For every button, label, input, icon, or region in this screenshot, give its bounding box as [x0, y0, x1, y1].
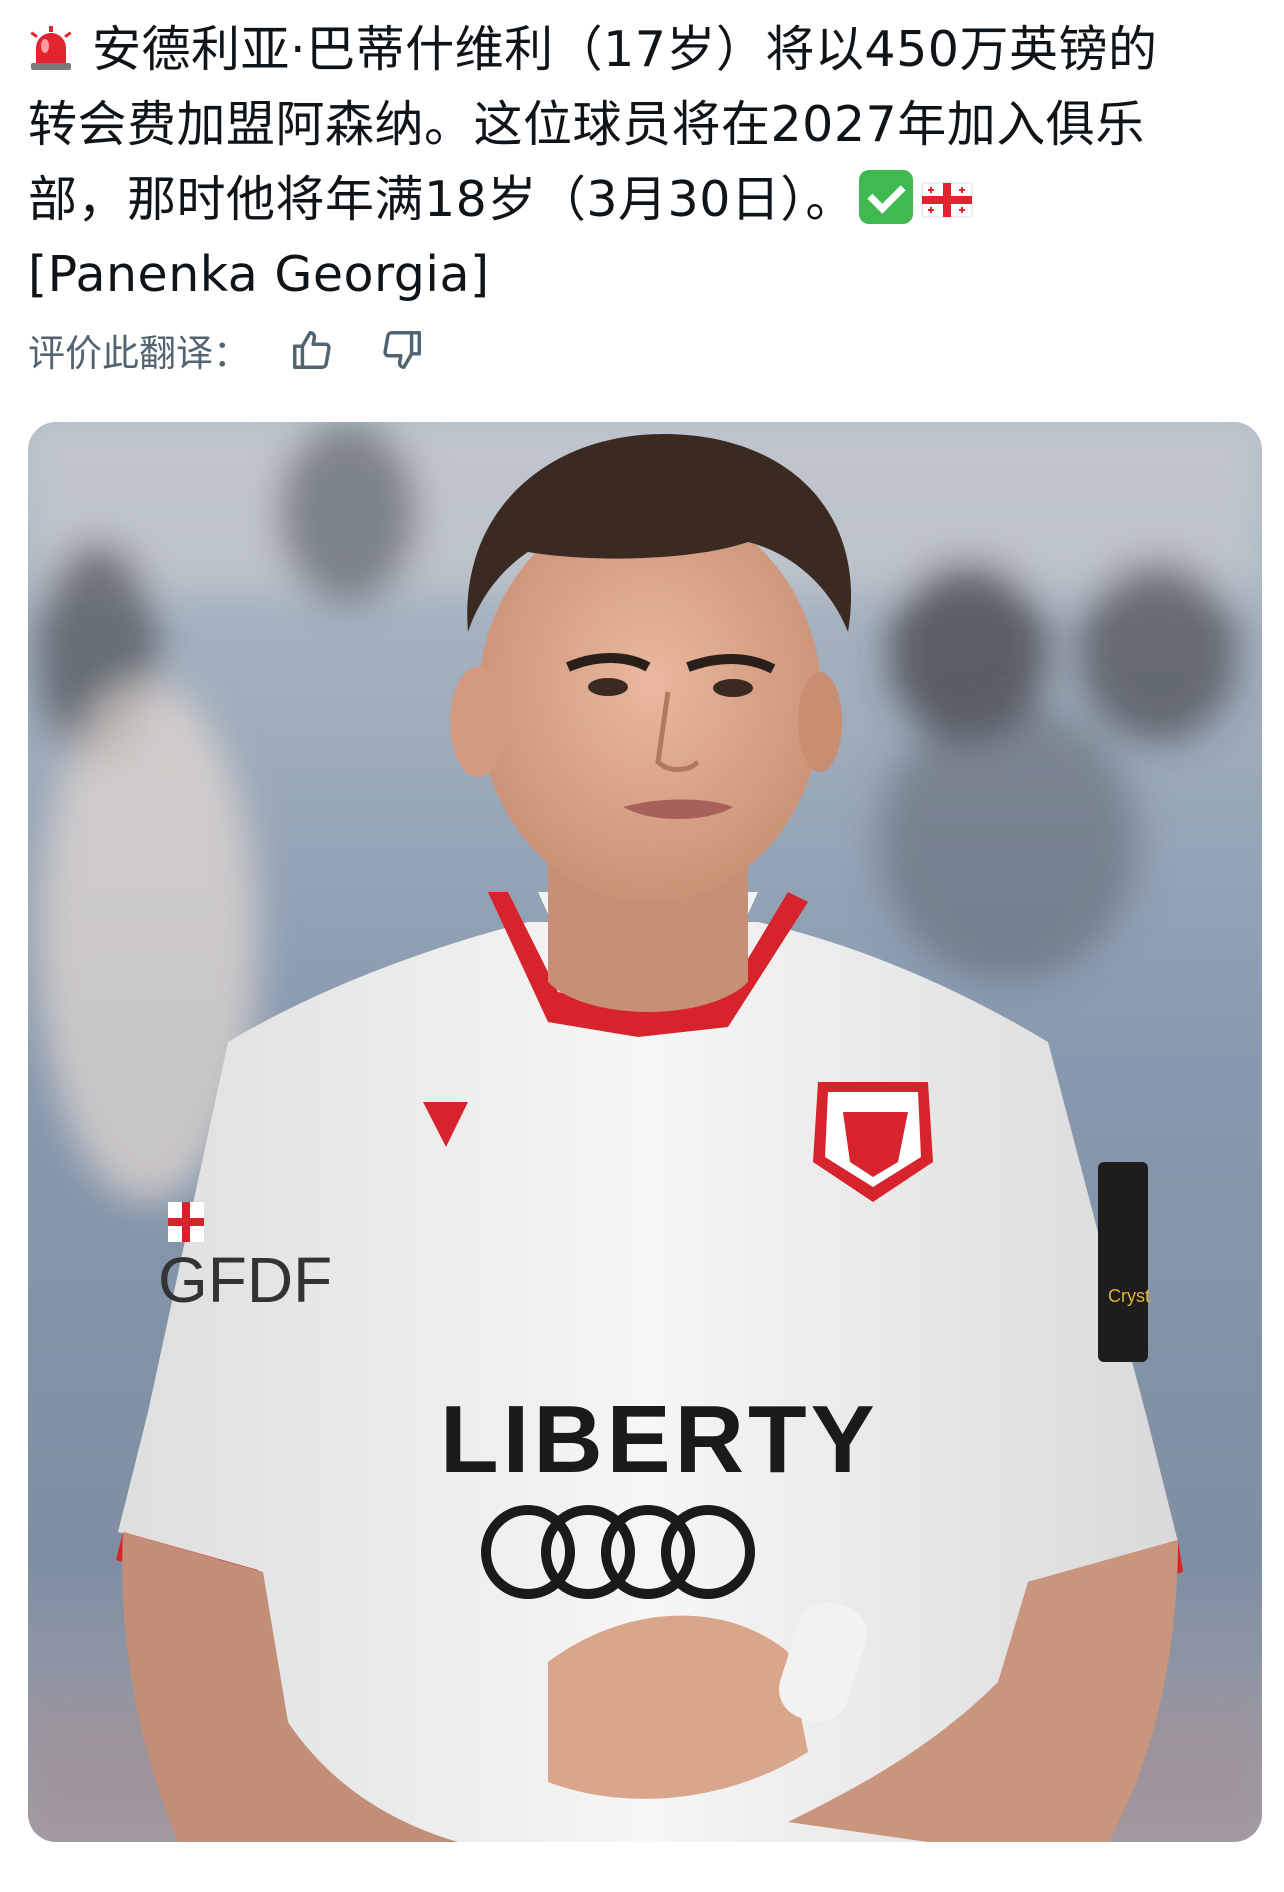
police-light-icon: [30, 26, 72, 70]
sleeve-text: GFDF: [158, 1244, 332, 1316]
sleeve-patch-text: Cryst: [1108, 1286, 1150, 1306]
translation-rating-label: 评价此翻译：: [28, 332, 250, 375]
player-photo-illustration: Cryst GFDF LIBERTY: [28, 422, 1262, 1842]
post-text-line-4-source: [Panenka Georgia]: [28, 246, 490, 303]
post-text-line-3-content: 部，那时他将年满18岁（3月30日）。: [28, 171, 855, 228]
post-text-line-3: 部，那时他将年满18岁（3月30日）。: [28, 162, 1258, 237]
tweet-post: 安德利亚·巴蒂什维利（17岁）将以450万英镑的 转会费加盟阿森纳。这位球员将在…: [0, 0, 1284, 1892]
thumbs-up-icon: [293, 331, 331, 369]
sleeve-flag: [168, 1202, 204, 1242]
check-mark-icon: [858, 170, 913, 224]
thumbs-down-icon: [383, 331, 421, 369]
post-text-line-1-content: 安德利亚·巴蒂什维利（17岁）将以450万英镑的: [92, 21, 1158, 78]
post-text: 安德利亚·巴蒂什维利（17岁）将以450万英镑的 转会费加盟阿森纳。这位球员将在…: [28, 12, 1258, 312]
post-text-line-1: 安德利亚·巴蒂什维利（17岁）将以450万英镑的: [28, 12, 1258, 87]
thumbs-up-button[interactable]: [284, 322, 340, 378]
thumbs-down-button[interactable]: [374, 322, 430, 378]
shirt-sponsor-text: LIBERTY: [440, 1386, 879, 1493]
translation-rating-bar: 评价此翻译：: [28, 322, 464, 378]
post-text-line-2: 转会费加盟阿森纳。这位球员将在2027年加入俱乐: [28, 96, 1145, 153]
post-photo[interactable]: Cryst GFDF LIBERTY: [28, 422, 1262, 1842]
georgia-flag-icon: [921, 182, 973, 218]
